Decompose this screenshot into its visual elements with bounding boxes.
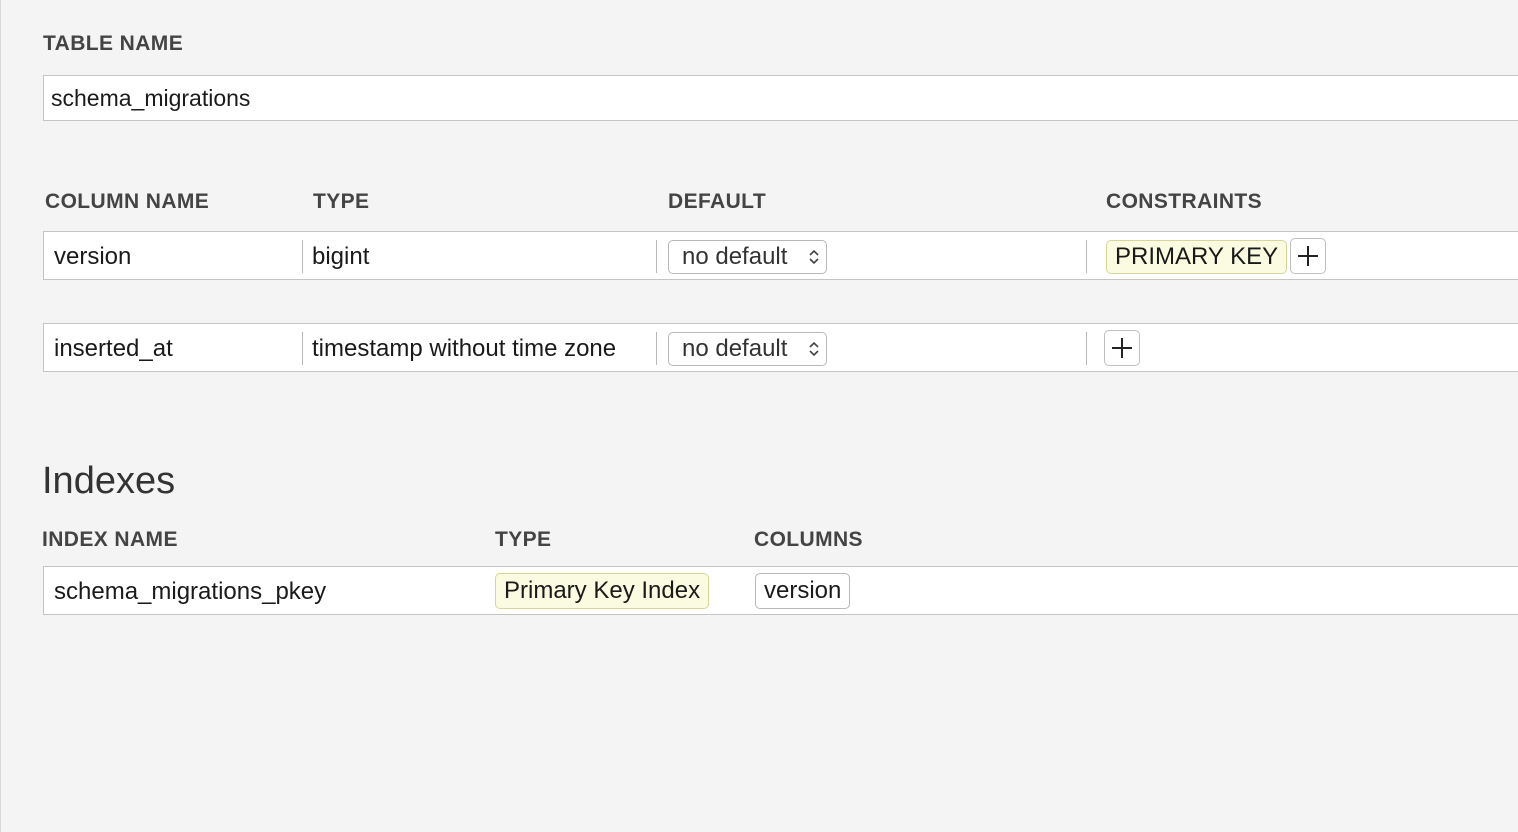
index-row: schema_migrations_pkey Primary Key Index… bbox=[43, 566, 1518, 615]
column-row: version bigint no default PRIMARY KEY bbox=[43, 231, 1518, 280]
default-select[interactable]: no default bbox=[668, 240, 827, 274]
default-select-value: no default bbox=[682, 335, 788, 362]
index-name-field[interactable]: schema_migrations_pkey bbox=[54, 567, 326, 616]
index-name-header: INDEX NAME bbox=[42, 528, 178, 551]
table-name-input[interactable]: schema_migrations bbox=[43, 75, 1518, 121]
column-type-header: TYPE bbox=[313, 190, 370, 213]
plus-icon bbox=[1112, 338, 1132, 358]
cell-separator bbox=[302, 332, 303, 365]
column-row: inserted_at timestamp without time zone … bbox=[43, 323, 1518, 372]
primary-key-constraint-tag[interactable]: PRIMARY KEY bbox=[1106, 240, 1288, 274]
cell-separator bbox=[1086, 332, 1087, 365]
index-columns-header: COLUMNS bbox=[754, 528, 863, 551]
cell-separator bbox=[656, 240, 657, 273]
column-default-header: DEFAULT bbox=[668, 190, 767, 213]
index-type-tag[interactable]: Primary Key Index bbox=[495, 573, 710, 609]
cell-separator bbox=[1086, 240, 1087, 273]
column-constraints-header: CONSTRAINTS bbox=[1106, 190, 1263, 213]
default-select[interactable]: no default bbox=[668, 332, 827, 366]
column-name-header: COLUMN NAME bbox=[45, 190, 210, 213]
column-name-field[interactable]: inserted_at bbox=[54, 324, 173, 373]
table-name-label: TABLE NAME bbox=[43, 32, 184, 55]
indexes-heading: Indexes bbox=[42, 460, 176, 502]
add-constraint-button[interactable] bbox=[1290, 238, 1326, 274]
index-type-header: TYPE bbox=[495, 528, 552, 551]
column-type-field[interactable]: bigint bbox=[312, 232, 369, 281]
add-constraint-button[interactable] bbox=[1104, 330, 1140, 366]
index-column-tag[interactable]: version bbox=[755, 573, 851, 609]
left-divider bbox=[0, 0, 1, 832]
default-select-value: no default bbox=[682, 243, 788, 270]
table-structure-editor: TABLE NAME schema_migrations COLUMN NAME… bbox=[0, 0, 1518, 832]
column-type-field[interactable]: timestamp without time zone bbox=[312, 324, 616, 373]
plus-icon bbox=[1298, 246, 1318, 266]
cell-separator bbox=[302, 240, 303, 273]
up-down-chevron-icon bbox=[809, 249, 819, 265]
column-name-field[interactable]: version bbox=[54, 232, 131, 281]
cell-separator bbox=[656, 332, 657, 365]
up-down-chevron-icon bbox=[809, 341, 819, 357]
